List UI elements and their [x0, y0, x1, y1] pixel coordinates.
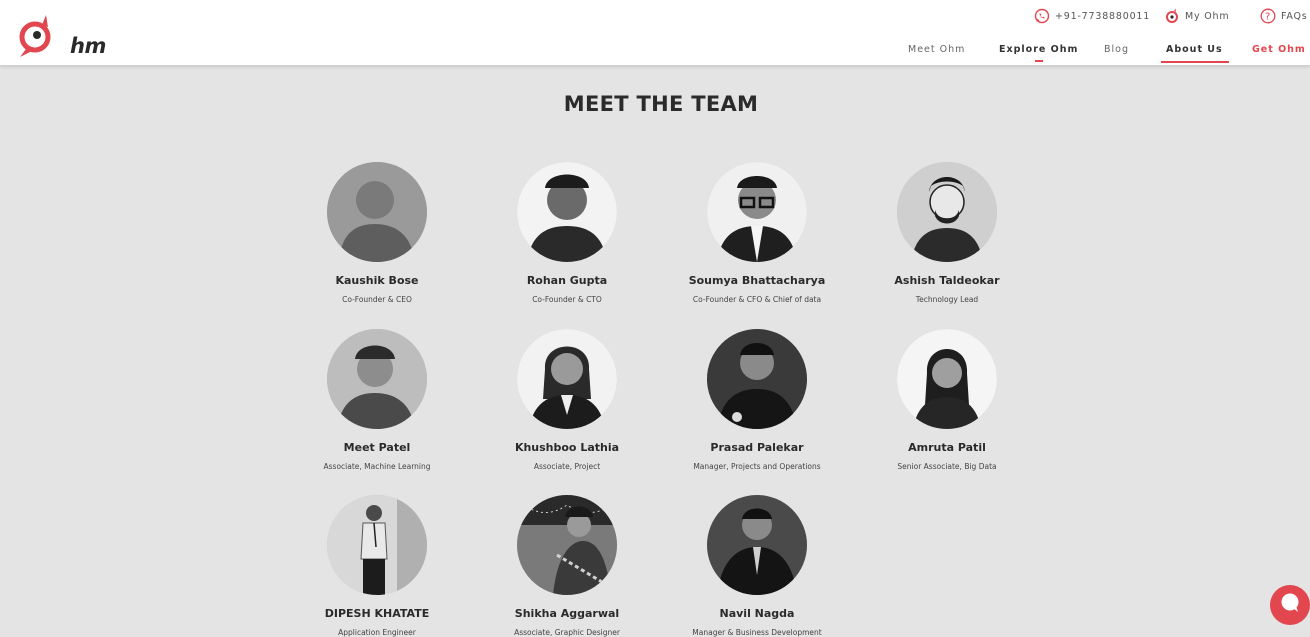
nav-explore-ohm-label: Explore Ohm — [999, 44, 1079, 55]
member-role: Technology Lead — [915, 295, 979, 304]
member-role: Application Engineer — [338, 628, 416, 637]
my-ohm-label: My Ohm — [1185, 10, 1230, 22]
member-role: Associate, Graphic Designer — [514, 628, 620, 637]
avatar — [707, 162, 807, 262]
team-member-card: Rohan Gupta Co-Founder & CTO — [472, 162, 662, 304]
active-tab-underline — [1161, 61, 1229, 63]
nav-get-ohm[interactable]: Get Ohm — [1252, 44, 1306, 55]
member-name: Prasad Palekar — [710, 441, 804, 454]
nav-blog[interactable]: Blog — [1104, 44, 1129, 55]
nav-explore-ohm[interactable]: Explore Ohm — [999, 44, 1079, 62]
member-role: Co-Founder & CEO — [342, 295, 412, 304]
member-name: Ashish Taldeokar — [894, 274, 1000, 287]
member-name: DIPESH KHATATE — [324, 607, 430, 620]
member-name: Kaushik Bose — [335, 274, 419, 287]
member-name: Khushboo Lathia — [514, 441, 620, 454]
team-member-card: Prasad Palekar Manager, Projects and Ope… — [662, 329, 852, 471]
team-member-card: Shikha Aggarwal Associate, Graphic Desig… — [472, 495, 662, 637]
ohm-pin-icon — [1164, 8, 1180, 24]
avatar — [327, 495, 427, 595]
member-name: Shikha Aggarwal — [514, 607, 620, 620]
member-role: Associate, Machine Learning — [323, 462, 431, 471]
member-name: Rohan Gupta — [526, 274, 608, 287]
avatar — [327, 329, 427, 429]
member-role: Co-Founder & CTO — [532, 295, 602, 304]
logo-text: hm — [70, 34, 106, 58]
faqs-link[interactable]: ? FAQs — [1260, 8, 1308, 24]
member-role: Co-Founder & CFO & Chief of data — [692, 295, 822, 304]
avatar — [897, 329, 997, 429]
avatar — [707, 329, 807, 429]
member-role: Senior Associate, Big Data — [897, 462, 997, 471]
member-name: Meet Patel — [343, 441, 411, 454]
phone-label: +91-7738880011 — [1055, 10, 1151, 22]
site-header: hm +91-7738880011 My Ohm ? FAQs Meet Ohm… — [0, 0, 1310, 66]
avatar — [327, 162, 427, 262]
member-role: Associate, Project — [533, 462, 601, 471]
avatar — [707, 495, 807, 595]
section-title: MEET THE TEAM — [563, 92, 759, 116]
whatsapp-icon — [1034, 8, 1050, 24]
avatar — [897, 162, 997, 262]
faqs-label: FAQs — [1281, 10, 1308, 22]
chat-bubble-icon — [1279, 592, 1301, 619]
chat-widget-button[interactable] — [1270, 585, 1310, 625]
team-member-card: Meet Patel Associate, Machine Learning — [282, 329, 472, 471]
ohm-logo[interactable]: hm — [18, 13, 106, 59]
team-member-card: Soumya Bhattacharya Co-Founder & CFO & C… — [662, 162, 852, 304]
team-member-card: Kaushik Bose Co-Founder & CEO — [282, 162, 472, 304]
phone-link[interactable]: +91-7738880011 — [1034, 8, 1150, 24]
member-role: Manager, Projects and Operations — [693, 462, 821, 471]
my-ohm-link[interactable]: My Ohm — [1164, 8, 1229, 24]
team-member-card: DIPESH KHATATE Application Engineer — [282, 495, 472, 637]
team-member-card: Khushboo Lathia Associate, Project — [472, 329, 662, 471]
member-name: Amruta Patil — [908, 441, 986, 454]
member-role: Manager & Business Development — [692, 628, 822, 637]
nav-dropdown-indicator — [1034, 60, 1043, 62]
avatar — [517, 162, 617, 262]
question-icon: ? — [1260, 8, 1276, 24]
avatar — [517, 495, 617, 595]
nav-about-us[interactable]: About Us — [1161, 44, 1229, 63]
team-member-card: Navil Nagda Manager & Business Developme… — [662, 495, 852, 637]
nav-meet-ohm[interactable]: Meet Ohm — [908, 44, 965, 55]
nav-about-us-label: About Us — [1166, 44, 1223, 55]
member-name: Soumya Bhattacharya — [688, 274, 826, 287]
member-name: Navil Nagda — [719, 607, 795, 620]
team-member-card: Ashish Taldeokar Technology Lead — [852, 162, 1042, 304]
svg-text:?: ? — [1265, 12, 1271, 23]
team-member-card: Amruta Patil Senior Associate, Big Data — [852, 329, 1042, 471]
avatar — [517, 329, 617, 429]
